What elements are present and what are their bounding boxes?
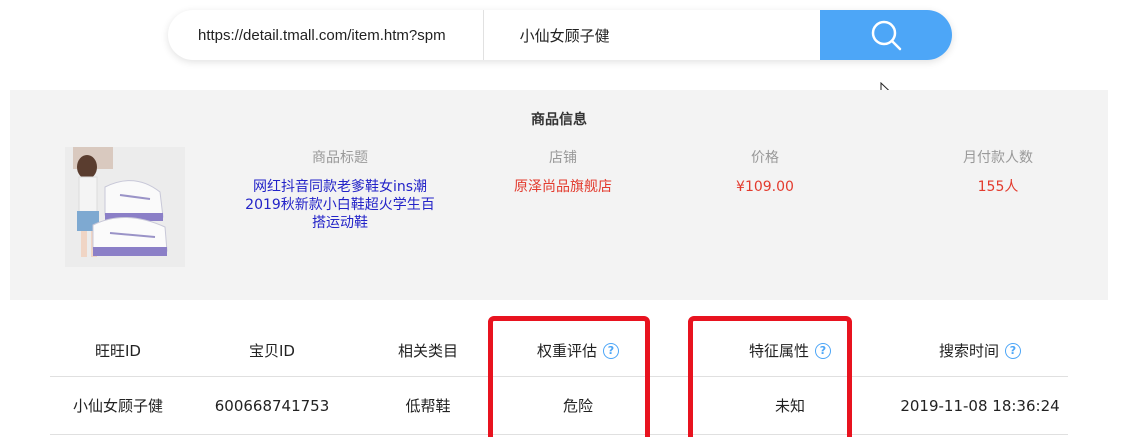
search-button[interactable] [820,10,952,60]
header-search-time: 搜索时间 ? [890,325,1070,376]
cell-category: 低帮鞋 [405,397,451,415]
header-label: 搜索时间 [938,342,999,360]
price-header: 价格 [751,150,779,166]
product-title-link[interactable]: 网红抖音同款老爹鞋女ins潮2019秋新款小白鞋超火学生百搭运动鞋 [240,178,440,232]
buyers-header: 月付款人数 [963,150,1033,166]
cell-item-id: 600668741753 [214,396,330,415]
header-category: 相关类目 [358,325,498,376]
product-image [65,147,185,267]
cell-wangwang-id: 小仙女顾子健 [72,397,163,415]
buyers-value: 155人 [977,179,1019,195]
search-bar [168,10,952,60]
product-info-panel: 商品信息 商品标题 网红抖音同款老爹鞋女ins潮2019秋新款小白鞋超火学生百搭… [10,90,1108,300]
search-icon [871,20,902,51]
help-icon[interactable]: ? [1005,342,1021,359]
header-label: 宝贝ID [249,342,295,360]
keyword-input[interactable] [483,10,821,60]
shop-name[interactable]: 原泽尚品旗舰店 [463,178,663,196]
price-value: ¥109.00 [736,179,794,195]
product-title-column: 商品标题 网红抖音同款老爹鞋女ins潮2019秋新款小白鞋超火学生百搭运动鞋 [240,148,440,232]
header-wangwang-id: 旺旺ID [50,325,186,376]
shop-header: 店铺 [549,150,577,166]
section-title: 商品信息 [531,112,587,128]
product-title-header: 商品标题 [312,150,368,166]
highlight-box-weight-eval [488,316,650,437]
url-input[interactable] [168,10,483,60]
price-column: 价格 ¥109.00 [665,148,865,196]
header-label: 相关类目 [397,342,458,360]
cell-search-time: 2019-11-08 18:36:24 [900,396,1060,415]
highlight-box-feature-attr [688,316,852,437]
product-thumbnail[interactable] [65,147,185,267]
buyers-column: 月付款人数 155人 [898,148,1098,196]
shop-column: 店铺 原泽尚品旗舰店 [463,148,663,196]
header-item-id: 宝贝ID [186,325,358,376]
header-label: 旺旺ID [95,342,141,360]
